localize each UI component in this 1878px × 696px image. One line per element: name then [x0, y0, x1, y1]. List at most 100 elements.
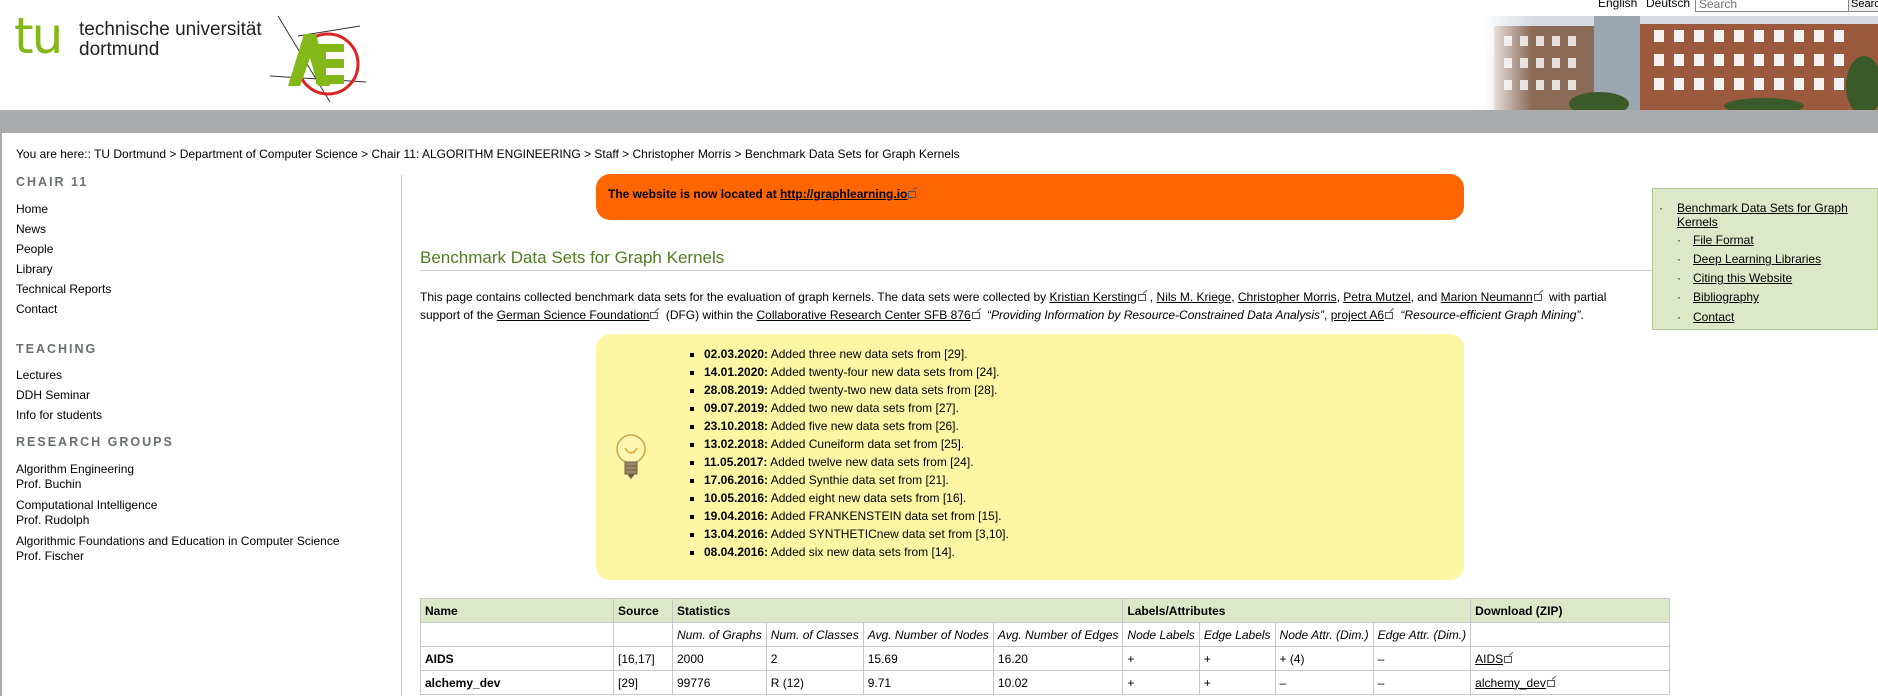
- news-text: Added two new data sets from [27].: [768, 401, 959, 415]
- news-box: 02.03.2020: Added three new data sets fr…: [596, 334, 1464, 580]
- lightbulb-icon: [616, 434, 646, 479]
- table-of-contents: · Benchmark Data Sets for Graph Kernels …: [1652, 188, 1878, 330]
- subheader-node-attr: Node Attr. (Dim.): [1274, 622, 1374, 647]
- download-link[interactable]: AIDS: [1475, 652, 1503, 666]
- empty-cell: [420, 622, 614, 647]
- table-row: alchemy_dev [29] 99776 R (12) 9.71 10.02…: [420, 670, 1671, 695]
- cell-node-attr: + (4): [1274, 646, 1374, 671]
- nav-item-news[interactable]: News: [16, 222, 46, 237]
- research-group-name: Algorithmic Foundations and Education in…: [16, 534, 340, 548]
- news-list: 02.03.2020: Added three new data sets fr…: [690, 345, 1009, 561]
- toc-bullet: ·: [1677, 233, 1681, 247]
- nav-heading-chair: CHAIR 11: [16, 175, 89, 189]
- cell-graphs: 2000: [672, 646, 767, 671]
- project-title: “Resource-efficient Graph Mining”: [1400, 308, 1581, 322]
- author-link-kriege[interactable]: Nils M. Kriege: [1157, 290, 1232, 304]
- nav-item-computational-intelligence[interactable]: Computational Intelligence Prof. Rudolph: [16, 498, 157, 528]
- author-link-morris[interactable]: Christopher Morris: [1238, 290, 1337, 304]
- news-date: 11.05.2017:: [704, 455, 768, 469]
- lang-english[interactable]: English: [1598, 0, 1637, 10]
- search-button[interactable]: Search: [1848, 0, 1878, 12]
- nav-item-algorithmic-foundations[interactable]: Algorithmic Foundations and Education in…: [16, 534, 340, 564]
- news-text: Added five new data sets from [26].: [768, 419, 959, 433]
- toc-item-citing[interactable]: Citing this Website: [1693, 271, 1792, 285]
- search-input[interactable]: [1695, 0, 1853, 12]
- subheader-node-labels: Node Labels: [1122, 622, 1200, 647]
- col-header-name: Name: [420, 598, 614, 623]
- subheader-edge-attr: Edge Attr. (Dim.): [1372, 622, 1472, 647]
- external-link-icon: [908, 190, 920, 199]
- toc-bullet: ·: [1677, 271, 1681, 285]
- col-header-source: Source: [613, 598, 673, 623]
- ae-logo-icon[interactable]: [270, 16, 366, 102]
- nav-item-library[interactable]: Library: [16, 262, 53, 277]
- author-link-mutzel[interactable]: Petra Mutzel: [1343, 290, 1410, 304]
- nav-item-contact[interactable]: Contact: [16, 302, 57, 317]
- nav-item-lectures[interactable]: Lectures: [16, 368, 62, 383]
- subheader-num-graphs: Num. of Graphs: [672, 622, 767, 647]
- cell-edge-attr: –: [1372, 670, 1472, 695]
- cell-download: alchemy_dev: [1470, 670, 1671, 695]
- news-date: 13.04.2016:: [704, 527, 769, 541]
- cell-edge-labels: +: [1198, 670, 1276, 695]
- research-group-prof: Prof. Rudolph: [16, 513, 90, 527]
- news-date: 19.04.2016:: [704, 509, 769, 523]
- external-link-icon: [971, 311, 984, 320]
- intro-text: (DFG) within the: [662, 308, 757, 322]
- building-photo: [1484, 16, 1878, 110]
- news-text: Added Synthie data set from [21].: [768, 473, 949, 487]
- external-link-icon: [650, 311, 662, 320]
- news-date: 13.02.2018:: [704, 437, 769, 451]
- nav-item-home[interactable]: Home: [16, 202, 48, 217]
- toc-item-bibliography[interactable]: Bibliography: [1693, 290, 1759, 304]
- tu-logo-text: tu: [14, 7, 63, 65]
- news-date: 28.08.2019:: [704, 383, 769, 397]
- nav-item-people[interactable]: People: [16, 242, 53, 257]
- news-text: Added eight new data sets from [16].: [768, 491, 967, 505]
- intro-sep: .: [1580, 308, 1584, 322]
- list-item: 14.01.2020: Added twenty-four new data s…: [704, 363, 1009, 381]
- project-a6-link[interactable]: project A6: [1331, 308, 1384, 322]
- list-item: 11.05.2017: Added twelve new data sets f…: [704, 453, 1009, 471]
- list-item: 19.04.2016: Added FRANKENSTEIN data set …: [704, 507, 1009, 525]
- external-link-icon: [1546, 679, 1559, 688]
- news-text: Added Cuneiform data set from [25].: [768, 437, 965, 451]
- cell-source: [29]: [613, 670, 673, 695]
- nav-item-algorithm-engineering[interactable]: Algorithm Engineering Prof. Buchin: [16, 462, 134, 492]
- col-header-labels: Labels/Attributes: [1122, 598, 1472, 623]
- cell-download: AIDS: [1470, 646, 1671, 671]
- tu-logo[interactable]: tu: [14, 11, 63, 61]
- lang-deutsch[interactable]: Deutsch: [1646, 0, 1690, 10]
- toc-item-main[interactable]: Benchmark Data Sets for Graph Kernels: [1677, 201, 1873, 229]
- news-text: Added twelve new data sets from [24].: [767, 455, 974, 469]
- intro-sep: ,: [1231, 290, 1238, 304]
- nav-item-info-students[interactable]: Info for students: [16, 408, 102, 423]
- external-link-icon: [1533, 293, 1546, 302]
- research-group-prof: Prof. Fischer: [16, 549, 85, 563]
- author-link-neumann[interactable]: Marion Neumann: [1441, 290, 1533, 304]
- external-link-icon: [1137, 293, 1150, 302]
- nav-item-technical-reports[interactable]: Technical Reports: [16, 282, 111, 297]
- crc-link[interactable]: Collaborative Research Center SFB 876: [757, 308, 971, 322]
- toc-item-file-format[interactable]: File Format: [1693, 233, 1754, 247]
- news-text: Added FRANKENSTEIN data set from [15].: [768, 509, 1002, 523]
- datasets-table: Name Source Statistics Labels/Attributes…: [420, 598, 1671, 695]
- author-link-kersting[interactable]: Kristian Kersting: [1049, 290, 1136, 304]
- cell-node-attr: –: [1274, 670, 1374, 695]
- download-link[interactable]: alchemy_dev: [1475, 676, 1546, 690]
- list-item: 08.04.2016: Added six new data sets from…: [704, 543, 1009, 561]
- subheader-avg-edges: Avg. Number of Edges: [992, 622, 1124, 647]
- news-date: 09.07.2019:: [704, 401, 769, 415]
- toc-item-deep-learning[interactable]: Deep Learning Libraries: [1693, 252, 1821, 266]
- notice-link[interactable]: http://graphlearning.io: [780, 187, 907, 201]
- dfg-link[interactable]: German Science Foundation: [497, 308, 650, 322]
- news-text: Added six new data sets from [14].: [768, 545, 955, 559]
- list-item: 13.02.2018: Added Cuneiform data set fro…: [704, 435, 1009, 453]
- cell-classes: 2: [765, 646, 864, 671]
- toc-item-contact[interactable]: Contact: [1693, 310, 1734, 324]
- toc-bullet: ·: [1659, 201, 1663, 215]
- title-divider: [420, 270, 1654, 271]
- nav-item-ddh-seminar[interactable]: DDH Seminar: [16, 388, 90, 403]
- list-item: 09.07.2019: Added two new data sets from…: [704, 399, 1009, 417]
- cell-node-labels: +: [1122, 646, 1200, 671]
